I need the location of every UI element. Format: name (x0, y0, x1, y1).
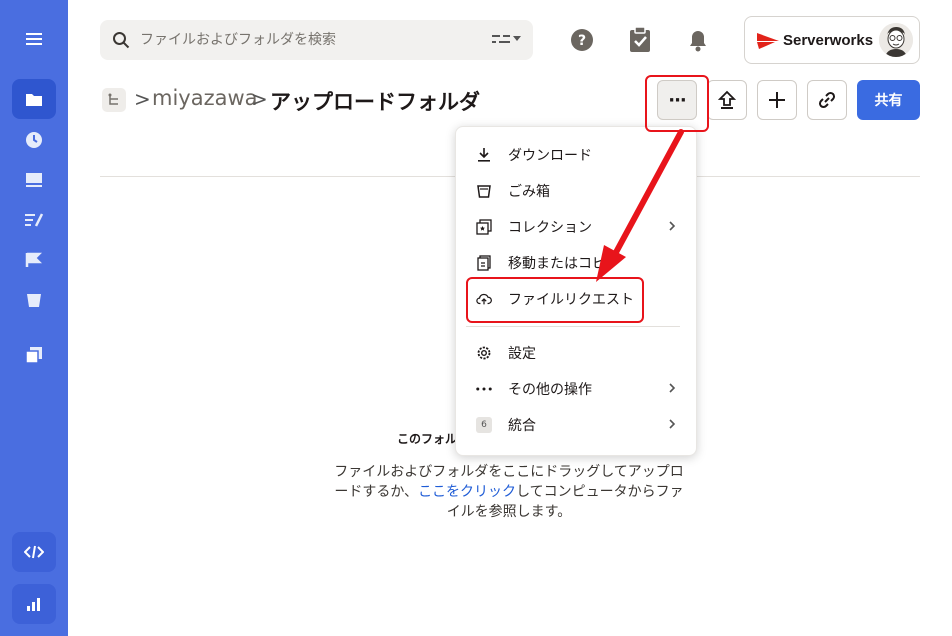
browse-files-link[interactable]: ここをクリック (418, 484, 516, 500)
chevron-down-icon (513, 36, 521, 41)
search-icon (112, 31, 130, 53)
menu-item-download[interactable]: ダウンロード (456, 141, 696, 169)
code-icon[interactable] (12, 532, 56, 572)
svg-text:?: ? (578, 33, 586, 49)
flag-icon[interactable] (12, 240, 56, 280)
menu-item-trash[interactable]: ごみ箱 (456, 177, 696, 205)
clock-icon[interactable] (12, 120, 56, 160)
download-icon (476, 147, 492, 163)
serverworks-logo-icon (757, 33, 779, 49)
search-input[interactable] (140, 29, 480, 51)
annotation-highlight-file-request (466, 277, 644, 323)
chevron-right-icon (668, 220, 676, 236)
help-icon[interactable]: ? (568, 26, 596, 54)
collection-icon (476, 219, 492, 235)
plus-icon (769, 92, 785, 108)
sidebar (0, 0, 68, 636)
breadcrumb-parent[interactable]: miyazawa (152, 86, 258, 110)
avatar[interactable] (879, 23, 913, 57)
menu-item-settings[interactable]: 設定 (456, 339, 696, 367)
analytics-icon[interactable] (12, 584, 56, 624)
integration-icon: 6 (476, 417, 492, 433)
more-horizontal-icon (476, 381, 492, 397)
search-filter-button[interactable] (492, 33, 521, 45)
menu-divider (466, 326, 680, 327)
empty-state-title: このフォル (397, 432, 458, 446)
photos-icon[interactable] (12, 160, 56, 200)
menu-item-collection[interactable]: コレクション (456, 213, 696, 241)
annotation-highlight-more-button (645, 75, 709, 132)
upload-button[interactable] (707, 80, 747, 120)
clipboard-check-icon[interactable] (626, 26, 654, 54)
trash-icon[interactable] (12, 280, 56, 320)
hierarchy-icon (108, 93, 118, 105)
gear-icon (476, 345, 492, 361)
menu-icon[interactable] (12, 19, 56, 59)
menu-item-move-copy[interactable]: 移動またはコピー (456, 249, 696, 277)
search-bar[interactable] (100, 20, 533, 60)
empty-state-description: ファイルおよびフォルダをここにドラッグしてアップロードするか、ここをクリックして… (334, 464, 684, 520)
share-button[interactable]: 共有 (857, 80, 920, 120)
menu-item-integrations[interactable]: 6 統合 (456, 411, 696, 439)
chevron-right-icon (668, 418, 676, 434)
folder-icon[interactable] (12, 79, 56, 119)
chevron-right-icon (668, 382, 676, 398)
filter-icon (492, 35, 510, 43)
brand-name: Serverworks (783, 31, 874, 49)
collections-icon[interactable] (12, 335, 56, 375)
bell-icon[interactable] (684, 26, 712, 54)
breadcrumb-root-button[interactable] (102, 88, 126, 112)
upload-icon (718, 90, 736, 109)
copy-link-button[interactable] (807, 80, 847, 120)
page-title: アップロードフォルダ (270, 90, 480, 114)
breadcrumb-separator: > (251, 87, 268, 111)
signature-icon[interactable] (12, 200, 56, 240)
menu-item-other-actions[interactable]: その他の操作 (456, 375, 696, 403)
breadcrumb-separator: > (134, 87, 151, 111)
link-icon (818, 91, 836, 109)
copy-icon (476, 255, 492, 271)
create-button[interactable] (757, 80, 797, 120)
account-menu[interactable]: Serverworks (744, 16, 920, 64)
trash-icon (476, 183, 492, 199)
integration-count-badge: 6 (476, 417, 492, 433)
